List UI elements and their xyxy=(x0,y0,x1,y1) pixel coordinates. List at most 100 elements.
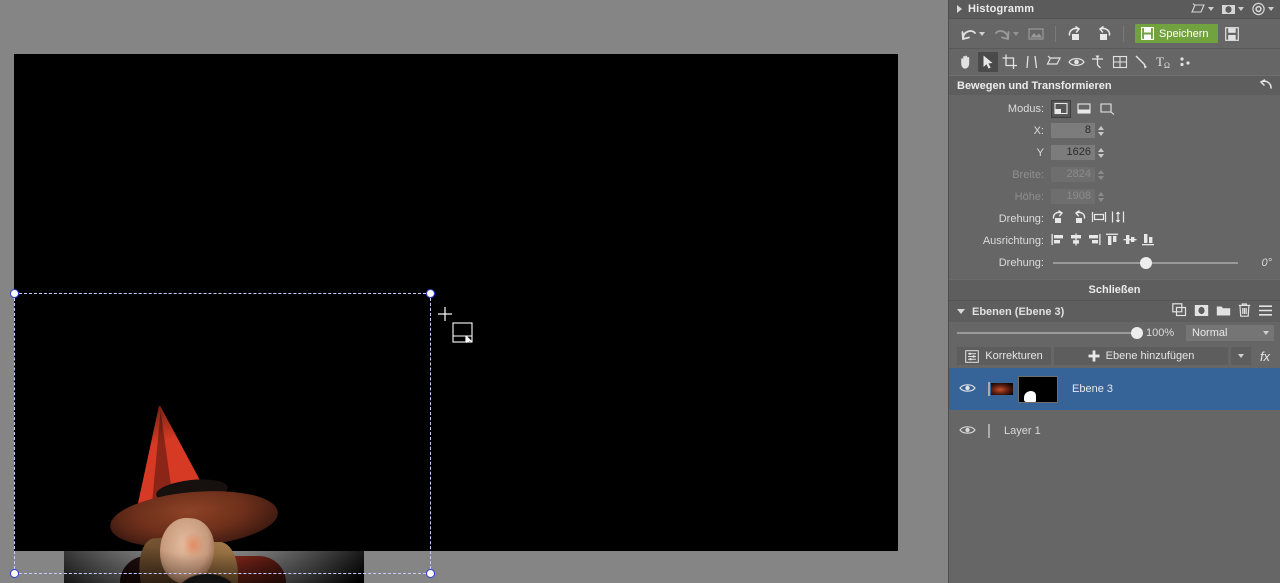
chevron-down-icon[interactable] xyxy=(1263,331,1269,335)
perspective-grid-icon xyxy=(1112,55,1128,69)
chevron-down-icon[interactable] xyxy=(1268,7,1274,11)
measure-tool[interactable] xyxy=(1022,52,1042,72)
drehung-slider[interactable] xyxy=(1053,256,1238,269)
align-top-icon[interactable] xyxy=(1105,233,1119,249)
flip-horizontal-icon[interactable] xyxy=(1091,210,1107,227)
hoehe-input xyxy=(1051,189,1095,204)
align-bottom-icon[interactable] xyxy=(1141,233,1155,249)
chevron-down-icon[interactable] xyxy=(1208,7,1214,11)
undo-icon xyxy=(961,30,976,40)
layer-name-layer-1: Layer 1 xyxy=(1004,425,1041,437)
y-input[interactable] xyxy=(1051,145,1095,160)
chevron-down-icon[interactable] xyxy=(1013,31,1019,36)
y-spinner[interactable] xyxy=(1098,147,1104,158)
floppy-disk-alt-icon xyxy=(1224,26,1239,41)
brush-tool[interactable] xyxy=(1132,52,1152,72)
group-folder-icon[interactable] xyxy=(1216,304,1231,320)
hand-icon xyxy=(961,55,970,69)
hand-tool[interactable] xyxy=(956,52,976,72)
canvas-workspace[interactable] xyxy=(0,0,948,583)
save-as-button[interactable] xyxy=(1223,26,1241,42)
x-row: X: xyxy=(949,121,1280,140)
chevron-down-icon[interactable] xyxy=(1238,354,1244,358)
perspective-tool[interactable] xyxy=(1110,52,1130,72)
layer-thumbnail-wrap[interactable] xyxy=(988,382,1013,396)
modus-selection-button[interactable] xyxy=(1074,100,1094,118)
redo-button[interactable] xyxy=(992,25,1021,42)
mask-mode-group[interactable] xyxy=(1221,3,1244,16)
drehung-slider-label: Drehung: xyxy=(998,256,1044,269)
toolbar-separator xyxy=(1055,25,1056,42)
blend-mode-select[interactable]: Normal xyxy=(1186,325,1274,341)
layer-thumbnail-wrap[interactable] xyxy=(988,424,990,438)
layer-row-layer-1[interactable]: Layer 1 xyxy=(949,410,1280,452)
rotate-right-button[interactable] xyxy=(1092,25,1114,42)
align-middle-vertical-icon[interactable] xyxy=(1123,233,1137,249)
duplicate-layer-icon[interactable] xyxy=(1172,303,1187,320)
breite-row: Breite: xyxy=(949,165,1280,184)
x-spinner[interactable] xyxy=(1098,125,1104,136)
hoehe-spinner xyxy=(1098,191,1104,202)
x-input[interactable] xyxy=(1051,123,1095,138)
modus-row: Modus: xyxy=(949,99,1280,118)
image-history-button[interactable] xyxy=(1026,26,1046,42)
triangle-right-icon[interactable] xyxy=(957,5,962,13)
histogram-panel-header[interactable]: Histogramm xyxy=(949,0,1280,19)
align-center-horizontal-icon[interactable] xyxy=(1069,233,1083,249)
rotate-left-button[interactable] xyxy=(1065,25,1087,42)
layer-row-ebene-3[interactable]: Ebene 3 xyxy=(949,368,1280,410)
text-tool[interactable]: T Ω xyxy=(1154,52,1174,72)
delete-layer-icon[interactable] xyxy=(1238,303,1251,320)
layer-thumbnail[interactable] xyxy=(988,424,990,438)
layers-panel-header[interactable]: Ebenen (Ebene 3) xyxy=(949,301,1280,322)
fx-label: fx xyxy=(1259,348,1271,364)
align-right-icon[interactable] xyxy=(1087,233,1101,249)
editor-window: Histogramm Speichern T Ω Bewegen und Tra… xyxy=(0,0,1280,583)
add-layer-button[interactable]: Ebene hinzufügen xyxy=(1054,347,1228,365)
arrow-pointer-icon xyxy=(983,55,993,69)
rotate-left-icon xyxy=(1068,26,1080,40)
eyedropper-tool[interactable] xyxy=(1088,52,1108,72)
korrekturen-button[interactable]: Korrekturen xyxy=(957,347,1051,365)
flip-vertical-icon[interactable] xyxy=(1111,210,1125,227)
add-mask-icon[interactable] xyxy=(1194,304,1209,320)
image-document[interactable] xyxy=(14,54,898,583)
drehung-buttons-row: Drehung: xyxy=(949,209,1280,228)
chevron-down-icon[interactable] xyxy=(979,31,985,36)
align-left-icon[interactable] xyxy=(1051,233,1065,249)
handle-bottom-right[interactable] xyxy=(426,569,435,578)
target-settings-group[interactable] xyxy=(1251,2,1274,16)
close-tool-options-button[interactable]: Schließen xyxy=(949,279,1280,301)
reset-arrow-icon[interactable] xyxy=(1258,78,1272,93)
layer-mask-thumbnail[interactable] xyxy=(1018,375,1058,403)
mask-icon xyxy=(1222,4,1235,14)
chevron-down-icon[interactable] xyxy=(1238,7,1244,11)
modus-path-button[interactable] xyxy=(1097,100,1117,118)
redeye-tool[interactable] xyxy=(1066,52,1086,72)
layer-visibility-toggle[interactable] xyxy=(959,424,976,439)
caret-down-icon[interactable] xyxy=(957,309,965,314)
drehung-slider-row: Drehung: 0° xyxy=(949,253,1280,272)
crop-tool[interactable] xyxy=(1000,52,1020,72)
layer-fx-button[interactable]: fx xyxy=(1254,347,1276,365)
save-button[interactable]: Speichern xyxy=(1135,24,1218,43)
move-tool[interactable] xyxy=(978,52,998,72)
opacity-slider-knob[interactable] xyxy=(1131,327,1143,339)
undo-button[interactable] xyxy=(958,25,987,42)
rotate-left-icon[interactable] xyxy=(1051,210,1067,227)
rotate-right-icon[interactable] xyxy=(1071,210,1087,227)
handle-bottom-left[interactable] xyxy=(10,569,19,578)
clone-stamp-tool-group[interactable] xyxy=(1191,2,1214,16)
clone-tool[interactable] xyxy=(1176,52,1196,72)
layer-thumbnail[interactable] xyxy=(988,382,1013,396)
text-icon: T Ω xyxy=(1156,54,1170,70)
lasso-tool[interactable] xyxy=(1044,52,1064,72)
drehung-slider-knob[interactable] xyxy=(1139,256,1152,269)
layer-visibility-toggle[interactable] xyxy=(959,382,976,397)
modus-layer-button[interactable] xyxy=(1051,99,1071,118)
opacity-slider[interactable] xyxy=(957,327,1143,339)
layer-action-buttons: Korrekturen Ebene hinzufügen fx xyxy=(949,344,1280,368)
witch-photo xyxy=(64,406,364,583)
layer-menu-icon[interactable] xyxy=(1258,304,1273,320)
add-layer-dropdown-button[interactable] xyxy=(1231,347,1251,365)
